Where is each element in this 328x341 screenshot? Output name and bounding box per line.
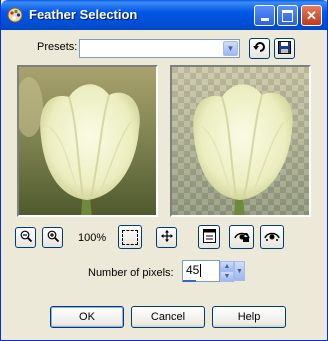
feather-selection-dialog: Feather Selection ✕ Presets: ▼ 100% Numb… xyxy=(0,0,328,341)
presets-label: Presets: xyxy=(37,41,78,53)
reset-arrow-icon xyxy=(252,41,267,56)
text-cursor xyxy=(200,264,202,278)
proof-button[interactable] xyxy=(198,225,220,249)
zoom-level: 100% xyxy=(78,232,107,244)
move-button[interactable] xyxy=(156,227,177,248)
navigate-selection-button[interactable] xyxy=(118,225,142,249)
pixels-value: 45 xyxy=(186,263,200,277)
tulip-original-image xyxy=(19,67,156,215)
chevron-up-icon: ▲ xyxy=(223,263,231,270)
selection-marquee-icon xyxy=(122,229,138,245)
pixels-input[interactable]: 45 xyxy=(182,260,220,282)
maximize-icon xyxy=(282,9,293,22)
move-icon xyxy=(160,230,173,245)
auto-proof-lock-icon xyxy=(233,229,250,246)
paint-palette-icon[interactable] xyxy=(7,7,23,23)
original-preview[interactable] xyxy=(17,65,158,217)
zoom-out-icon xyxy=(20,230,32,245)
ok-button[interactable]: OK xyxy=(50,306,124,328)
pixels-label: Number of pixels: xyxy=(88,267,174,279)
reset-button[interactable] xyxy=(249,38,270,59)
maximize-button[interactable] xyxy=(277,5,298,26)
chevron-down-icon: ▼ xyxy=(236,267,243,275)
pixels-slider-indicator xyxy=(183,280,196,282)
close-button[interactable]: ✕ xyxy=(301,5,322,26)
pixels-slider-dropdown[interactable]: ▼ xyxy=(234,261,245,281)
chevron-down-icon: ▼ xyxy=(223,273,231,280)
minimize-button[interactable] xyxy=(254,5,275,26)
zoom-out-button[interactable] xyxy=(15,227,36,248)
presets-dropdown[interactable]: ▼ xyxy=(79,39,240,58)
randomize-icon xyxy=(264,230,280,245)
result-preview[interactable] xyxy=(170,65,311,217)
floppy-disk-icon xyxy=(278,40,291,57)
cancel-button[interactable]: Cancel xyxy=(131,306,205,328)
auto-proof-button[interactable] xyxy=(229,225,254,249)
minimize-icon xyxy=(260,18,269,21)
window-title: Feather Selection xyxy=(29,7,138,22)
randomize-button[interactable] xyxy=(260,225,284,249)
title-bar[interactable]: Feather Selection ✕ xyxy=(1,0,327,30)
zoom-in-icon xyxy=(47,230,59,245)
save-preset-button[interactable] xyxy=(274,38,295,59)
help-button[interactable]: Help xyxy=(212,306,286,328)
spin-down-button[interactable]: ▼ xyxy=(220,271,234,282)
proof-window-icon xyxy=(202,228,216,246)
chevron-down-icon[interactable]: ▼ xyxy=(223,41,238,56)
close-icon: ✕ xyxy=(306,8,317,23)
tulip-result-image xyxy=(172,67,309,215)
zoom-in-button[interactable] xyxy=(42,227,63,248)
